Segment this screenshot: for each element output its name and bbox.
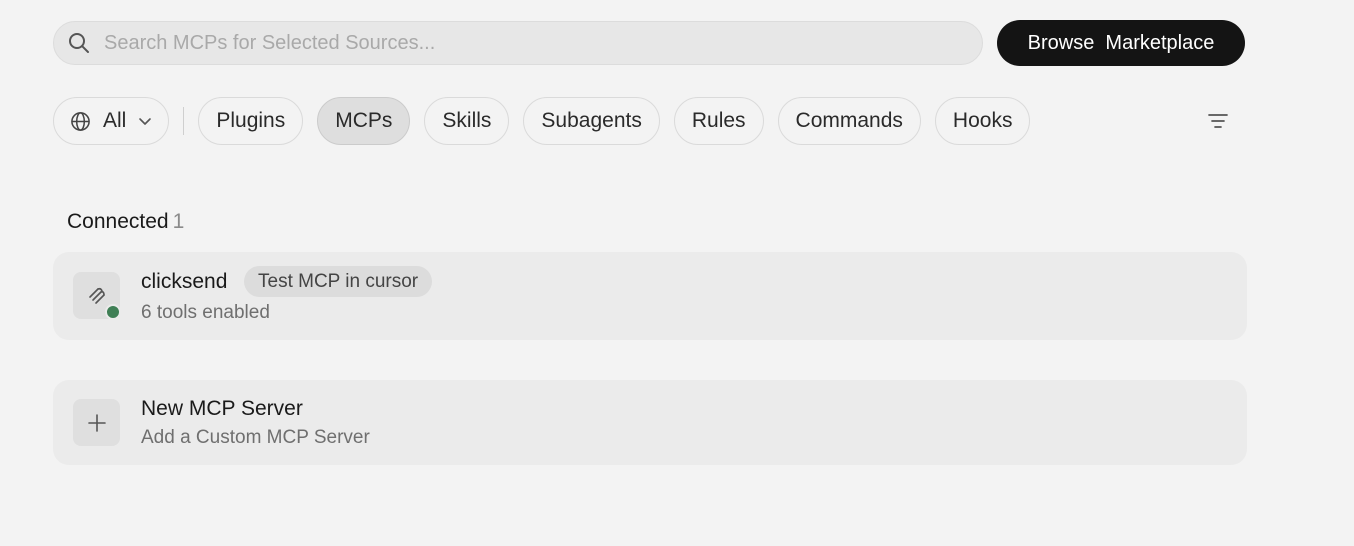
filter-chip-mcps[interactable]: MCPs — [317, 97, 411, 145]
section-count: 1 — [172, 210, 185, 233]
server-tools-count: 6 tools enabled — [141, 302, 270, 323]
browse-marketplace-button[interactable]: Browse Marketplace — [997, 20, 1245, 66]
scope-label: All — [103, 109, 127, 132]
new-mcp-server-card[interactable]: New MCP Server Add a Custom MCP Server — [53, 380, 1247, 465]
status-connected-dot — [105, 304, 121, 320]
filter-chip-skills[interactable]: Skills — [424, 97, 510, 145]
chevron-down-icon — [138, 114, 152, 128]
search-input[interactable] — [102, 30, 956, 56]
section-title-label: Connected — [67, 210, 169, 233]
search-icon — [68, 32, 90, 54]
filter-chip-subagents[interactable]: Subagents — [523, 97, 660, 145]
filter-chip-rules[interactable]: Rules — [673, 97, 764, 145]
server-badge: Test MCP in cursor — [244, 266, 433, 297]
filter-chip-commands[interactable]: Commands — [777, 97, 921, 145]
filter-chip-hooks[interactable]: Hooks — [934, 97, 1031, 145]
filter-chip-plugins[interactable]: Plugins — [198, 97, 304, 145]
section-title: Connected 1 — [67, 210, 184, 234]
filter-divider — [183, 107, 185, 135]
mcp-server-card[interactable]: clicksend Test MCP in cursor 6 tools ena… — [53, 252, 1247, 340]
plus-icon — [73, 399, 120, 446]
new-server-title: New MCP Server — [141, 397, 303, 420]
mcp-settings-page: Browse Marketplace All Plugins MCPs Skil… — [0, 0, 1354, 546]
new-server-subtitle: Add a Custom MCP Server — [141, 427, 370, 448]
filter-icon[interactable] — [1205, 108, 1231, 134]
scope-dropdown[interactable]: All — [53, 97, 170, 145]
search-box[interactable] — [53, 21, 983, 65]
globe-icon — [70, 111, 91, 132]
search-row: Browse Marketplace — [53, 20, 1247, 66]
filter-row: All Plugins MCPs Skills Subagents Rules … — [53, 96, 1247, 146]
server-name: clicksend — [141, 270, 228, 293]
